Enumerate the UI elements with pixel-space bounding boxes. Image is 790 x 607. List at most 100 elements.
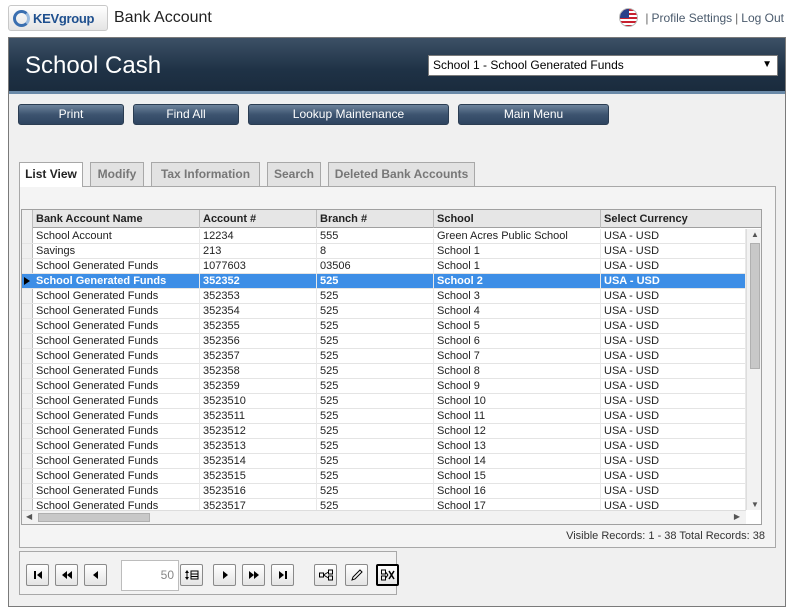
cell-account-number: 3523513 [200,439,317,454]
column-chooser-icon[interactable] [314,564,337,586]
table-row[interactable]: School Generated Funds 352358 525 School 8U… [22,364,746,379]
cell-school: School 7 [434,349,601,364]
cell-school: School 12 [434,424,601,439]
cell-account-number: 3523512 [200,424,317,439]
lookup-maintenance-button[interactable]: Lookup Maintenance [248,104,449,125]
table-row[interactable]: School Generated Funds 3523513 525 School 1… [22,439,746,454]
first-page-icon[interactable] [26,564,49,586]
cell-currency: USA - USD [601,439,746,454]
previous-record-icon[interactable] [84,564,107,586]
cell-account-number: 3523514 [200,454,317,469]
main-frame: School Cash School 1 - School Generated … [8,37,786,607]
scroll-up-icon[interactable]: ▲ [750,230,760,239]
cell-currency: USA - USD [601,379,746,394]
cell-school: School 16 [434,484,601,499]
current-row-marker-icon [24,277,30,285]
kevgroup-logo[interactable]: KEVgroup [8,5,108,31]
last-page-icon[interactable] [271,564,294,586]
separator: | [735,10,739,25]
profile-settings-link[interactable]: Profile Settings [651,11,732,25]
cell-bank-account-name: School Generated Funds [33,349,200,364]
cell-bank-account-name: School Generated Funds [33,319,200,334]
cell-branch-number: 525 [317,424,434,439]
cell-currency: USA - USD [601,229,746,244]
find-all-button[interactable]: Find All [133,104,239,125]
cell-school: School 15 [434,469,601,484]
table-row[interactable]: School Generated Funds 352353 525 School 3U… [22,289,746,304]
scroll-left-icon[interactable]: ◀ [26,512,32,521]
table-row[interactable]: School Generated Funds 352357 525 School 7U… [22,349,746,364]
cell-currency: USA - USD [601,259,746,274]
table-row[interactable]: School Generated Funds 3523516 525 School 1… [22,484,746,499]
cell-branch-number: 525 [317,394,434,409]
table-row[interactable]: Savings 213 8 School 1 USA - USD [22,244,746,259]
cell-branch-number: 525 [317,289,434,304]
tab-list-view[interactable]: List View [19,162,83,187]
tab-search[interactable]: Search [267,162,321,186]
next-record-icon[interactable] [213,564,236,586]
cell-branch-number: 525 [317,274,434,289]
table-row[interactable]: School Generated Funds 352356 525 School 6U… [22,334,746,349]
table-row[interactable]: School Account 12234 555 Green Acres Public… [22,229,746,244]
cell-account-number: 12234 [200,229,317,244]
table-row[interactable]: School Generated Funds 352359 525 School 9U… [22,379,746,394]
table-row[interactable]: School Generated Funds 3523510 525 School 1… [22,394,746,409]
edit-icon[interactable] [345,564,368,586]
table-row[interactable]: School Generated Funds 3523515 525 School 1… [22,469,746,484]
scroll-down-icon[interactable]: ▼ [750,500,760,509]
cell-currency: USA - USD [601,274,746,289]
cell-bank-account-name: Savings [33,244,200,259]
cell-account-number: 3523516 [200,484,317,499]
cell-branch-number: 525 [317,409,434,424]
page-size-input[interactable]: 50 [121,560,179,591]
cell-currency: USA - USD [601,364,746,379]
school-select[interactable]: School 1 - School Generated Funds ▼ [428,55,778,76]
cell-currency: USA - USD [601,244,746,259]
table-row[interactable]: School Generated Funds 1077603 03506 School… [22,259,746,274]
table-row[interactable]: School Generated Funds 352355 525 School 5U… [22,319,746,334]
tab-tax-information[interactable]: Tax Information [151,162,260,186]
table-row[interactable]: School Generated Funds 3523511 525 School 1… [22,409,746,424]
cell-account-number: 352359 [200,379,317,394]
clear-filter-icon[interactable] [376,564,399,586]
table-row[interactable]: School Generated Funds 352352 525 School 2U… [22,274,746,289]
tab-deleted-bank-accounts[interactable]: Deleted Bank Accounts [328,162,475,186]
vertical-scrollbar[interactable]: ▲ ▼ [746,229,761,510]
header-band: School Cash School 1 - School Generated … [9,38,785,94]
column-header-account-number[interactable]: Account # [200,210,317,228]
cell-bank-account-name: School Generated Funds [33,364,200,379]
cell-bank-account-name: School Generated Funds [33,304,200,319]
table-row[interactable]: School Generated Funds 352354 525 School 4U… [22,304,746,319]
cell-account-number: 3523510 [200,394,317,409]
us-flag-icon[interactable] [619,8,639,27]
column-header-select-currency[interactable]: Select Currency [601,210,761,228]
cell-school: School 8 [434,364,601,379]
logout-link[interactable]: Log Out [741,11,784,25]
tab-modify[interactable]: Modify [90,162,144,186]
vertical-scroll-thumb[interactable] [750,243,760,369]
top-bar: KEVgroup Bank Account | Profile Settings… [0,0,790,36]
cell-branch-number: 525 [317,364,434,379]
cell-school: School 9 [434,379,601,394]
print-button[interactable]: Print [18,104,124,125]
rows-per-page-icon[interactable] [180,564,203,586]
horizontal-scroll-thumb[interactable] [38,513,150,522]
table-row[interactable]: School Generated Funds 3523514 525 School 1… [22,454,746,469]
scroll-right-icon[interactable]: ▶ [734,512,740,521]
next-page-icon[interactable] [242,564,265,586]
cell-branch-number: 03506 [317,259,434,274]
column-header-branch-number[interactable]: Branch # [317,210,434,228]
previous-page-icon[interactable] [55,564,78,586]
app-title: Bank Account [114,9,212,26]
table-row[interactable]: School Generated Funds 3523512 525 School 1… [22,424,746,439]
cell-account-number: 1077603 [200,259,317,274]
column-header-bank-account-name[interactable]: Bank Account Name [33,210,200,228]
bank-accounts-grid: Bank Account Name Account # Branch # Sch… [21,209,762,525]
list-view-panel: Bank Account Name Account # Branch # Sch… [19,186,776,548]
cell-account-number: 352354 [200,304,317,319]
horizontal-scrollbar[interactable]: ◀ ▶ [22,510,746,524]
main-menu-button[interactable]: Main Menu [458,104,609,125]
cell-branch-number: 525 [317,334,434,349]
column-header-school[interactable]: School [434,210,601,228]
dropdown-arrow-icon: ▼ [762,59,772,70]
